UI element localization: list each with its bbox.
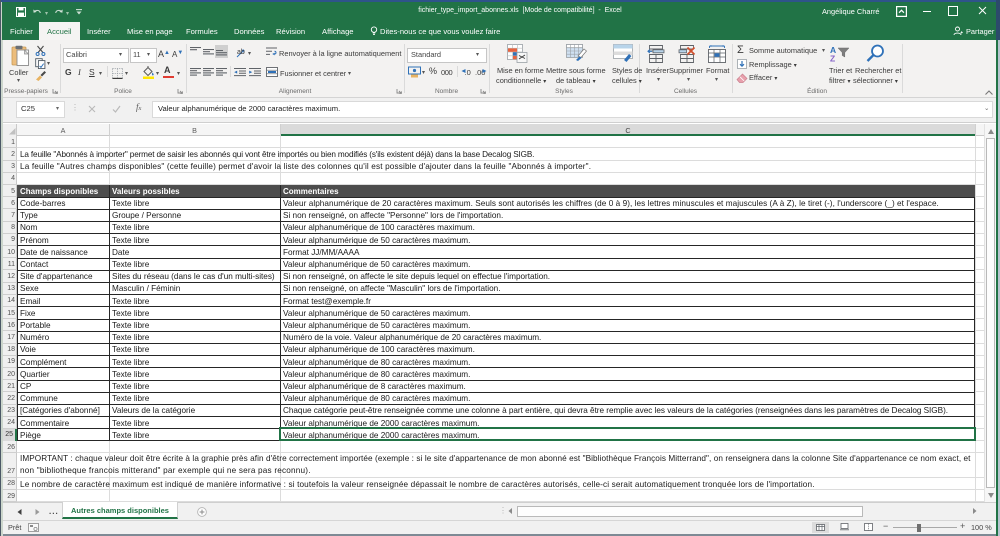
svg-text:ab: ab [237, 49, 245, 56]
svg-text:.00: .00 [475, 68, 485, 77]
svg-text:.0: .0 [465, 68, 471, 77]
svg-text:Z: Z [830, 54, 835, 63]
